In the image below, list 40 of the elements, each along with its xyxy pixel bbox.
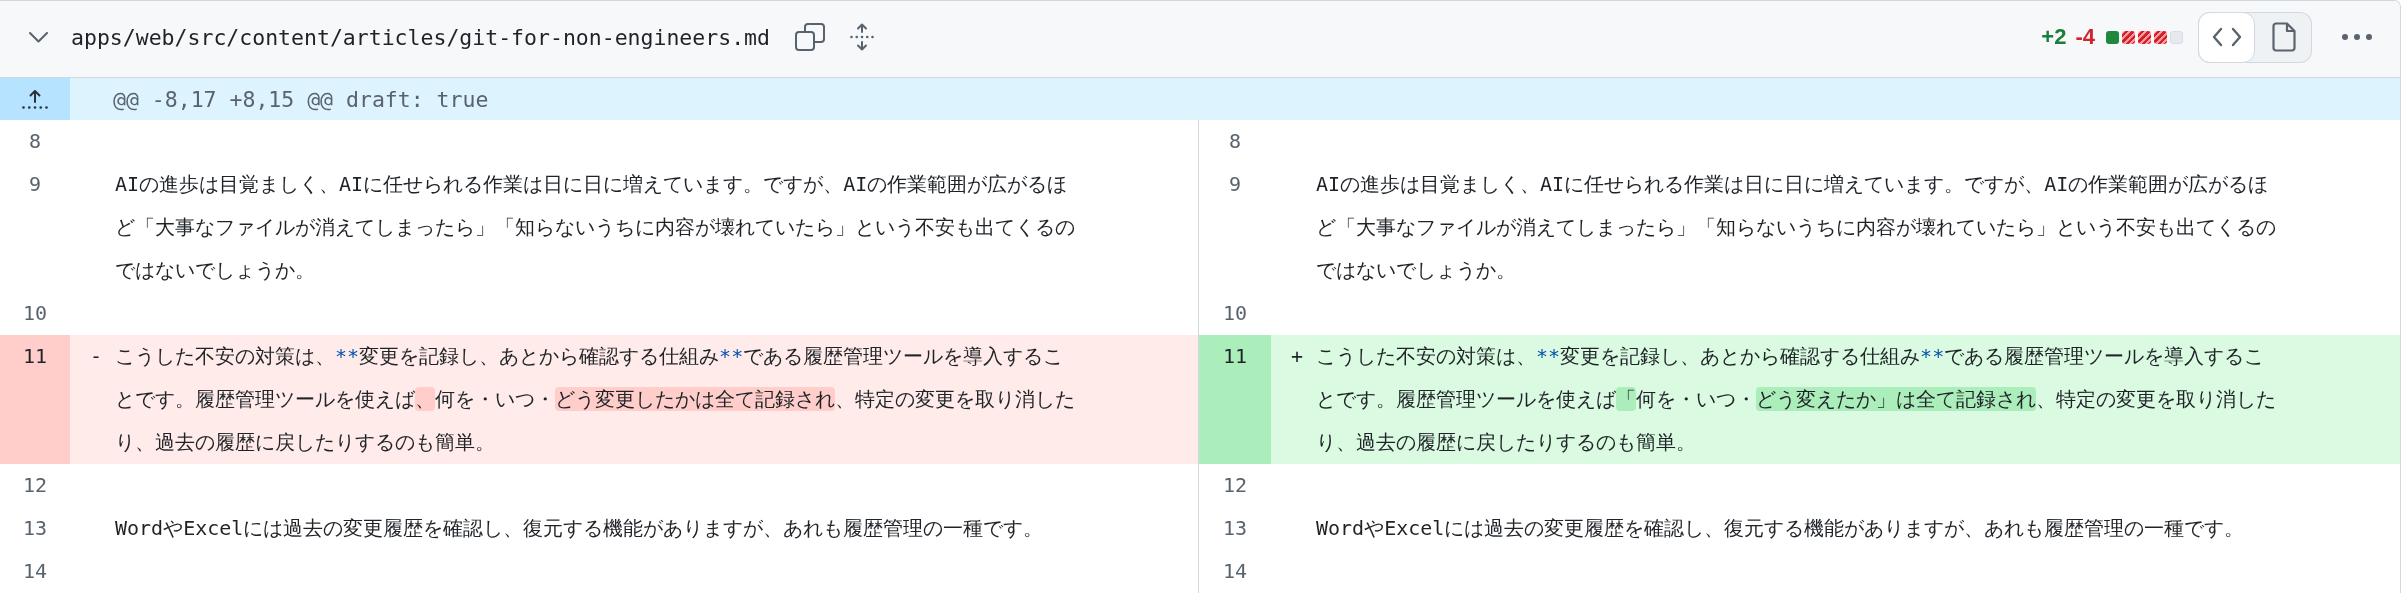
empty-block-icon	[2170, 30, 2183, 44]
code-line: AIの進歩は目覚ましく、AIに任せられる作業は日に日に増えています。ですが、AIの作業範囲が広がるほど「大事なファイルが消えてしまったら」「知らないうちに内容が壊れていたら」という不安も出てくるのではないでしょうか。	[1316, 171, 2277, 284]
code-line: WordやExcelには過去の変更履歴を確認し、復元する機能がありますが、あれも履歴管理の一種です。	[1316, 515, 2245, 542]
expand-button[interactable]	[0, 78, 70, 120]
more-icon[interactable]	[2342, 34, 2372, 40]
code-line: AIの進歩は目覚ましく、AIに任せられる作業は日に日に増えています。ですが、AIの作業範囲が広がるほど「大事なファイルが消えてしまったら」「知らないうちに内容が壊れていたら」という不安も出てくるのではないでしょうか。	[115, 171, 1076, 284]
line-number: 9	[28, 171, 41, 198]
added-block-icon	[2106, 30, 2119, 44]
file-path: apps/web/src/content/articles/git-for-non-engineers.md	[71, 24, 770, 50]
hunk-header: @@ -8,17 +8,15 @@ draft: true	[113, 86, 489, 112]
line-number: 10	[1222, 300, 1248, 327]
expand-up-icon	[22, 89, 48, 109]
line-number: 9	[1228, 171, 1241, 198]
unfold-icon[interactable]	[850, 23, 874, 51]
code-line: こうした不安の対策は、**変更を記録し、あとから確認する仕組み**である履歴管理ツールを導入することです。履歴管理ツールを使えば、何を・いつ・どう変更したかは全て記録され、特定の変更を取り消したり、過去の履歴に戻したりするのも簡単。	[115, 343, 1076, 456]
code-line: こうした不安の対策は、**変更を記録し、あとから確認する仕組み**である履歴管理ツールを導入することです。履歴管理ツールを使えば「何を・いつ・どう変えたか」は全て記録され、特定の変更を取り消したり、過去の履歴に戻したりするのも簡単。	[1316, 343, 2277, 456]
line-number: 12	[1222, 472, 1248, 499]
code-line: WordやExcelには過去の変更履歴を確認し、復元する機能がありますが、あれも履歴管理の一種です。	[115, 515, 1044, 542]
line-number: 11	[22, 343, 48, 370]
additions-count: +2	[2041, 24, 2067, 50]
diff-marker: -	[90, 343, 104, 370]
line-number: 14	[1222, 558, 1248, 585]
deletions-count: -4	[2075, 24, 2095, 50]
file-icon	[2271, 22, 2296, 52]
line-number: 14	[22, 558, 48, 585]
line-number: 8	[1228, 128, 1241, 155]
deleted-block-icon	[2154, 30, 2167, 44]
chevron-down-icon[interactable]	[29, 31, 48, 43]
deleted-block-icon	[2138, 30, 2151, 44]
line-number: 13	[1222, 515, 1248, 542]
line-number: 11	[1222, 343, 1248, 370]
deleted-block-icon	[2122, 30, 2135, 44]
code-view-button[interactable]	[2198, 11, 2255, 63]
copy-icon[interactable]	[795, 23, 825, 51]
line-number: 8	[28, 128, 41, 155]
line-number: 12	[22, 472, 48, 499]
diff-marker: +	[1291, 343, 1305, 370]
code-icon	[2211, 27, 2242, 47]
line-number: 10	[22, 300, 48, 327]
line-number: 13	[22, 515, 48, 542]
